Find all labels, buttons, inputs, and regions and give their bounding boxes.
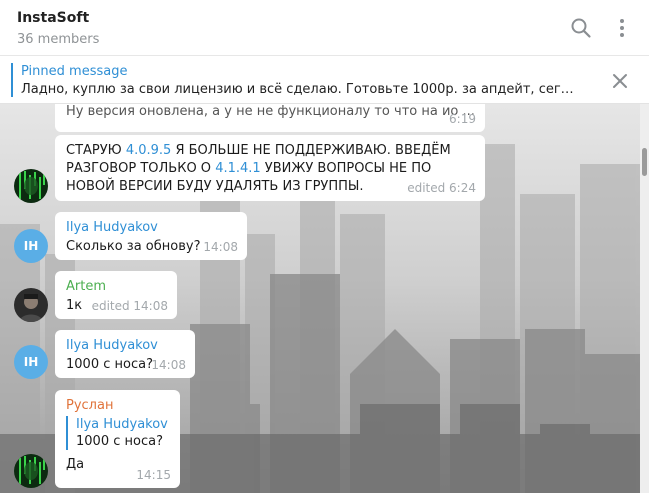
message-bubble[interactable]: СТАРУЮ 4.0.9.5 Я БОЛЬШЕ НЕ ПОДДЕРЖИВАЮ. … bbox=[55, 135, 485, 201]
message-time: 14:15 bbox=[136, 468, 171, 482]
chat-scrollbar[interactable] bbox=[640, 104, 649, 493]
chat-history[interactable]: Ну версия оновлена, а у не не функционал… bbox=[0, 104, 640, 493]
pinned-title: Pinned message bbox=[21, 64, 128, 79]
reply-text: 1000 с носа? bbox=[76, 434, 163, 449]
chat-title[interactable]: InstaSoft bbox=[17, 10, 89, 26]
sender-name[interactable]: Руслан bbox=[66, 397, 169, 414]
message-bubble[interactable]: Руслан Ilya Hudyakov 1000 с носа? Да 14:… bbox=[55, 390, 180, 488]
pinned-text: Ладно, куплю за свои лицензию и всё сдел… bbox=[21, 82, 581, 97]
message-time: edited 6:24 bbox=[407, 181, 476, 195]
avatar[interactable] bbox=[14, 169, 48, 203]
message-bubble[interactable]: Ну версия оновлена, а у не не функционал… bbox=[55, 104, 485, 132]
version-link[interactable]: 4.0.9.5 bbox=[126, 143, 171, 158]
pinned-message-bar[interactable]: Pinned message Ладно, куплю за свои лице… bbox=[0, 56, 649, 104]
sender-name[interactable]: Ilya Hudyakov bbox=[66, 337, 184, 354]
sender-name[interactable]: Ilya Hudyakov bbox=[66, 219, 236, 236]
pinned-accent-bar bbox=[11, 63, 13, 97]
sender-name[interactable]: Artem bbox=[66, 278, 166, 295]
version-link[interactable]: 4.1.4.1 bbox=[215, 161, 260, 176]
chat-header: InstaSoft 36 members bbox=[0, 0, 649, 56]
avatar[interactable]: IH bbox=[14, 345, 48, 379]
more-vertical-icon[interactable] bbox=[611, 17, 633, 39]
members-count[interactable]: 36 members bbox=[17, 32, 99, 47]
person-avatar-icon bbox=[14, 288, 48, 322]
avatar[interactable]: IH bbox=[14, 229, 48, 263]
matrix-avatar-icon bbox=[14, 454, 48, 488]
message-time: 14:08 bbox=[151, 358, 186, 372]
reply-quote[interactable]: Ilya Hudyakov 1000 с носа? bbox=[66, 416, 169, 450]
message-text-part: СТАРУЮ bbox=[66, 143, 126, 158]
message-bubble[interactable]: Ilya Hudyakov Сколько за обнову? 14:08 bbox=[55, 212, 247, 260]
avatar[interactable] bbox=[14, 454, 48, 488]
message-time: 6:19 bbox=[449, 112, 476, 126]
close-icon[interactable] bbox=[612, 73, 628, 89]
reply-sender: Ilya Hudyakov bbox=[76, 417, 168, 432]
avatar[interactable] bbox=[14, 288, 48, 322]
message-time: edited 14:08 bbox=[91, 299, 168, 313]
scrollbar-thumb[interactable] bbox=[642, 148, 647, 176]
matrix-avatar-icon bbox=[14, 169, 48, 203]
message-bubble[interactable]: Artem 1к edited 14:08 bbox=[55, 271, 177, 319]
message-bubble[interactable]: Ilya Hudyakov 1000 с носа? 14:08 bbox=[55, 330, 195, 378]
search-icon[interactable] bbox=[570, 17, 592, 39]
message-time: 14:08 bbox=[203, 240, 238, 254]
message-text: Ну версия оновлена, а у не не функционал… bbox=[66, 104, 474, 119]
